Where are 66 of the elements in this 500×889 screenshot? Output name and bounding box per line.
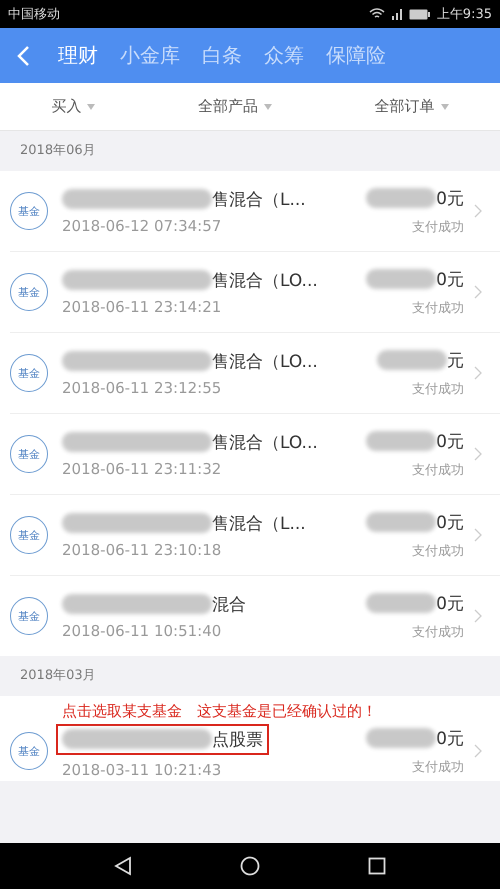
fund-badge: 基金	[10, 435, 48, 473]
chevron-icon	[474, 744, 482, 758]
order-amount: 0元	[436, 512, 464, 534]
wifi-icon	[368, 8, 385, 20]
chevron-icon	[474, 285, 482, 299]
order-row[interactable]: 基金 售混合（LO... 2018-06-11 23:14:21 0元 支付成功	[0, 252, 500, 333]
chevron-icon	[474, 447, 482, 461]
order-status: 支付成功	[412, 218, 464, 236]
order-amount: 0元	[436, 188, 464, 210]
order-amount: 0元	[436, 430, 464, 452]
order-status: 支付成功	[412, 300, 464, 316]
fund-name: 售混合（L...	[212, 188, 306, 210]
order-row[interactable]: 基金 售混合（LO... 2018-06-11 23:12:55 元 支付成功	[0, 333, 500, 414]
clock-time: 上午9:35	[436, 6, 492, 23]
fund-name: 售混合（LO...	[212, 432, 318, 454]
month-header: 2018年03月	[19, 667, 97, 685]
order-row[interactable]: 基金 混合 2018-06-11 10:51:40 0元 支付成功	[0, 576, 500, 656]
order-time: 2018-06-11 10:51:40	[62, 622, 222, 640]
filter-dropdown[interactable]: 全部订单	[368, 96, 455, 117]
fund-name: 点股票	[212, 728, 263, 750]
order-status: 支付成功	[412, 758, 464, 776]
fund-name: 售混合（LO...	[212, 270, 318, 292]
fund-badge: 基金	[10, 597, 48, 635]
order-amount: 0元	[436, 592, 464, 614]
caret-icon	[440, 104, 449, 110]
chevron-icon	[474, 204, 482, 218]
fund-badge: 基金	[10, 354, 48, 392]
order-amount: 0元	[436, 728, 464, 750]
fund-badge: 基金	[10, 516, 48, 554]
order-status: 支付成功	[412, 380, 464, 398]
order-status: 支付成功	[412, 624, 464, 640]
recents-icon[interactable]	[368, 857, 386, 875]
caret-icon	[264, 104, 272, 110]
order-time: 2018-06-12 07:34:57	[62, 216, 222, 234]
annotation-text: 点击选取某支基金 这支基金是已经确认过的！	[61, 701, 378, 721]
fund-badge: 基金	[10, 732, 48, 770]
chevron-icon	[474, 528, 482, 542]
signal-icon	[390, 8, 403, 20]
order-time: 2018-06-11 23:10:18	[62, 540, 222, 558]
order-row[interactable]: 基金 售混合（L... 2018-06-11 23:10:18 0元 支付成功	[0, 495, 500, 576]
chevron-icon	[474, 609, 482, 623]
order-time: 2018-03-11 10:21:43	[62, 760, 222, 778]
carrier-name: 中国移动	[8, 6, 60, 23]
fund-name: 混合	[212, 594, 246, 616]
fund-name: 售混合（LO...	[212, 350, 318, 372]
order-time: 2018-06-11 23:14:21	[62, 298, 222, 316]
fund-badge: 基金	[10, 273, 48, 311]
month-header: 2018年06月	[19, 142, 97, 160]
battery-icon	[408, 8, 431, 20]
order-amount: 元	[447, 350, 464, 372]
fund-badge: 基金	[10, 192, 48, 230]
back-icon[interactable]	[114, 856, 132, 876]
filter-dropdown[interactable]: 全部产品	[192, 96, 278, 117]
caret-icon	[87, 104, 96, 110]
order-row[interactable]: 基金 售混合（L... 2018-06-12 07:34:57 0元 支付成功	[0, 171, 500, 252]
order-status: 支付成功	[412, 542, 464, 560]
order-time: 2018-06-11 23:12:55	[62, 378, 222, 396]
order-amount: 0元	[436, 268, 464, 290]
home-icon[interactable]	[240, 856, 260, 876]
order-status: 支付成功	[412, 462, 464, 478]
order-row[interactable]: 点击选取某支基金 这支基金是已经确认过的！ 基金 点股票 2018-03-11 10:21:43 0元 支付成功	[0, 696, 500, 781]
order-row[interactable]: 基金 售混合（LO... 2018-06-11 23:11:32 0元 支付成功	[0, 414, 500, 495]
chevron-icon	[474, 366, 482, 380]
fund-name: 售混合（L...	[212, 512, 306, 534]
order-time: 2018-06-11 23:11:32	[62, 460, 222, 478]
filter-dropdown[interactable]: 买入	[45, 96, 102, 117]
